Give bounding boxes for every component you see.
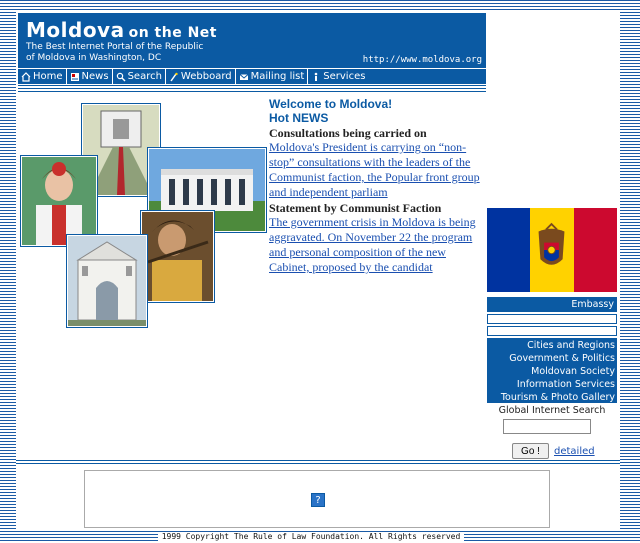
search-icon [116,72,126,81]
nav-search[interactable]: Search [113,69,166,84]
logo-small-text: on the Net [128,25,217,41]
webboard-icon [170,72,178,81]
nav-home[interactable]: Home [18,69,67,84]
welcome-heading: Welcome to Moldova! [269,97,393,111]
logo-main-text: Moldova [26,18,125,42]
subtitle-line-1: The Best Internet Portal of the Republic [26,42,204,52]
sidebar-item-tourism-gallery[interactable]: Tourism & Photo Gallery [487,391,615,404]
news-headline: Statement by Communist Faction [269,201,442,215]
site-header: Moldova on the Net The Best Internet Port… [18,13,486,68]
embassy-link[interactable]: Embassy [487,297,617,312]
nav-mailing-list[interactable]: Mailing list [236,69,309,84]
photo-arch [66,234,148,328]
header-divider [18,85,486,93]
search-input[interactable] [503,419,591,434]
sidebar-item-information-services[interactable]: Information Services [487,378,615,391]
subtitle-line-2: of Moldova in Washington, DC [26,53,162,63]
go-button[interactable]: Go ! [512,443,549,459]
site-subtitle: The Best Internet Portal of the Republic… [26,42,203,64]
copyright-text: 1999 Copyright The Rule of Law Foundatio… [158,532,464,542]
coat-of-arms-icon [538,222,565,265]
nav-news[interactable]: News [67,69,113,84]
main-nav: Home News Search Webboard Mailing list S… [18,69,486,84]
flag-red-stripe [573,208,617,292]
news-headline: Consultations being carried on [269,126,427,140]
newspaper-icon [70,72,79,81]
home-icon [21,71,31,82]
flag-blue-stripe [487,208,531,292]
nav-webboard-label: Webboard [180,71,232,82]
sidebar-item-cities-regions[interactable]: Cities and Regions [487,339,615,352]
nav-mailing-list-label: Mailing list [250,71,305,82]
photo-musician [140,210,215,303]
search-label: Global Internet Search [498,405,606,416]
news-story-link[interactable]: Moldova's President is carrying on “non-… [269,140,485,200]
flag-yellow-stripe [530,208,574,292]
news-story-link[interactable]: The government crisis in Moldova is bein… [269,215,485,275]
hot-news-heading: Hot NEWS [269,111,329,125]
section-divider [16,460,620,466]
nav-search-label: Search [127,71,162,82]
mail-icon [239,73,248,80]
broken-image-icon[interactable]: ? [311,493,325,507]
sidebar-item-government-politics[interactable]: Government & Politics [487,352,615,365]
nav-services[interactable]: Services [308,69,368,84]
sidebar-blank-bar [487,314,617,324]
nav-news-label: News [81,71,109,82]
detailed-search-link[interactable]: detailed [554,446,595,457]
sidebar-menu: Cities and Regions Government & Politics… [487,338,617,403]
nav-webboard[interactable]: Webboard [166,69,236,84]
moldova-flag [487,208,617,292]
nav-home-label: Home [33,71,63,82]
sidebar-item-moldovan-society[interactable]: Moldovan Society [487,365,615,378]
sidebar-blank-bar [487,326,617,336]
news-section: Welcome to Moldova! Hot NEWS Consultatio… [269,97,485,275]
site-url: http://www.moldova.org [362,55,482,65]
info-icon [314,72,318,81]
nav-services-label: Services [323,71,366,82]
site-logo[interactable]: Moldova on the Net [26,18,217,42]
